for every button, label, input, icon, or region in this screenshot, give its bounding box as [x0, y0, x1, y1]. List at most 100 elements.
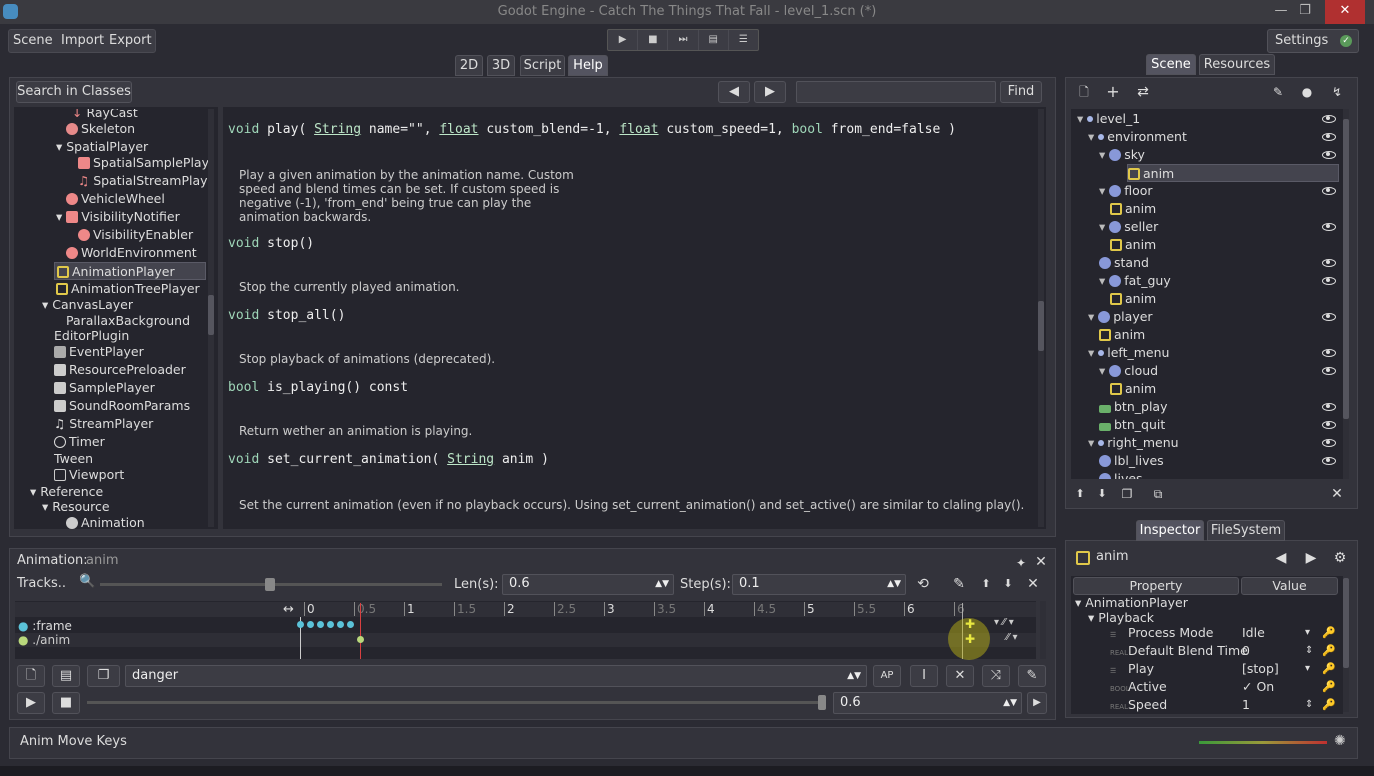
scene-node-left-menu[interactable]: ▾ left_menu — [1088, 344, 1169, 362]
step-field[interactable]: 0.1 ▲▼ — [732, 574, 906, 595]
tracks-menu[interactable]: Tracks.. — [17, 576, 66, 591]
play-scene-button[interactable]: ▶ — [608, 30, 639, 50]
scene-node-btn-quit[interactable]: btn_quit — [1099, 416, 1165, 434]
frame-keyframe[interactable] — [317, 621, 324, 628]
method-signature[interactable]: void stop() — [228, 236, 314, 251]
add-key-anim-icon[interactable]: ✚ — [965, 632, 975, 646]
property-value[interactable]: Idle — [1242, 624, 1265, 642]
remove-animation-icon[interactable]: ✕ — [946, 665, 974, 687]
collapse-arrow-icon[interactable]: ▾ — [1099, 363, 1109, 378]
class-item-streamplayer[interactable]: ♫ StreamPlayer — [54, 415, 153, 433]
visibility-eye-icon[interactable] — [1322, 277, 1336, 285]
frame-keyframe[interactable] — [347, 621, 354, 628]
keyframe-key-icon[interactable]: 🔑 — [1322, 678, 1336, 696]
stop-button[interactable]: ■ — [638, 30, 669, 50]
scene-node-anim[interactable]: anim — [1127, 164, 1339, 182]
blend-times-icon[interactable]: I — [910, 665, 938, 687]
keyframe-key-icon[interactable]: 🔑 — [1322, 642, 1336, 660]
inspector-scrollbar[interactable] — [1343, 578, 1349, 712]
menu-scene[interactable]: Scene — [9, 30, 57, 52]
timeline-width-icon[interactable]: ↔ — [283, 602, 294, 617]
visibility-eye-icon[interactable] — [1322, 223, 1336, 231]
method-signature[interactable]: bool is_playing() const — [228, 380, 408, 395]
property-value[interactable]: ✓ On — [1242, 678, 1274, 696]
anim-track-options-icon[interactable]: ⁄⁄ ▾ — [1006, 632, 1018, 643]
menu-import[interactable]: Import — [57, 30, 108, 52]
frame-keyframe[interactable] — [307, 621, 314, 628]
class-item-eventplayer[interactable]: EventPlayer — [54, 343, 144, 361]
add-key-frame-icon[interactable]: ✚ — [965, 617, 975, 631]
visibility-eye-icon[interactable] — [1322, 367, 1336, 375]
collapse-arrow-icon[interactable]: ▾ — [1099, 183, 1109, 198]
scene-node-level-1[interactable]: ▾ level_1 — [1077, 110, 1140, 128]
scene-node-cloud[interactable]: ▾ cloud — [1099, 362, 1158, 380]
collapse-arrow-icon[interactable]: ▾ — [1099, 219, 1109, 234]
new-node-icon[interactable]: 🗋 — [1074, 82, 1094, 102]
collapse-arrow-icon[interactable]: ▾ — [1077, 111, 1087, 126]
property-spin-icon[interactable]: ⇕ — [1305, 696, 1313, 714]
zoom-slider[interactable] — [100, 578, 442, 591]
tab-help[interactable]: Help — [568, 55, 608, 76]
visibility-eye-icon[interactable] — [1322, 421, 1336, 429]
autoplay-icon[interactable]: AP — [873, 665, 901, 687]
frame-keyframe[interactable] — [327, 621, 334, 628]
visibility-eye-icon[interactable] — [1322, 403, 1336, 411]
class-item-skeleton[interactable]: Skeleton — [66, 120, 135, 138]
class-item-sampleplayer[interactable]: SamplePlayer — [54, 379, 155, 397]
tab-3d[interactable]: 3D — [487, 55, 515, 76]
frame-track-options-icon[interactable]: ▾ ⁄⁄ ▾ — [994, 617, 1014, 628]
timeline-cursor[interactable] — [360, 603, 361, 659]
stop-animation-icon[interactable]: ■ — [52, 692, 80, 714]
class-item-worldenvironment[interactable]: WorldEnvironment — [66, 244, 197, 262]
next-frame-icon[interactable]: ▶ — [1027, 692, 1047, 714]
copy-animation-icon[interactable]: ❐ — [87, 665, 120, 687]
inspector-next-icon[interactable]: ▶ — [1302, 548, 1320, 568]
delete-node-icon[interactable]: ✕ — [1328, 484, 1346, 504]
move-up-icon[interactable]: ⬆ — [1072, 484, 1088, 504]
visibility-eye-icon[interactable] — [1322, 187, 1336, 195]
property-row-speed[interactable]: REALSpeed — [1110, 696, 1167, 714]
add-child-icon[interactable]: + — [1103, 82, 1123, 102]
visibility-eye-icon[interactable] — [1322, 259, 1336, 267]
replace-node-icon[interactable]: ⇄ — [1133, 82, 1153, 102]
duplicate-icon[interactable]: ❐ — [1119, 484, 1135, 504]
track-frame[interactable]: ● :frame — [18, 619, 72, 633]
tab-filesystem[interactable]: FileSystem — [1207, 520, 1285, 541]
property-row-process-mode[interactable]: ☰ Process Mode — [1110, 624, 1213, 642]
inspector-settings-icon[interactable]: ⚙ — [1331, 548, 1349, 568]
blend-icon[interactable]: ⤨ — [982, 665, 1010, 687]
collapse-arrow-icon[interactable]: ▾ — [1088, 435, 1098, 450]
scene-node-lives[interactable]: lives — [1099, 470, 1143, 479]
property-value[interactable]: 0 — [1242, 642, 1250, 660]
menu-export[interactable]: Export — [105, 30, 156, 52]
scene-node-environment[interactable]: ▾ environment — [1088, 128, 1187, 146]
remove-track-icon[interactable]: ✕ — [1024, 574, 1042, 594]
tab-script[interactable]: Script — [520, 55, 565, 76]
scene-node-stand[interactable]: stand — [1099, 254, 1149, 272]
reparent-icon[interactable]: ⧉ — [1149, 484, 1167, 504]
visibility-eye-icon[interactable] — [1322, 115, 1336, 123]
tab-2d[interactable]: 2D — [455, 55, 483, 76]
keyframe-key-icon[interactable]: 🔑 — [1322, 624, 1336, 642]
edit-key-icon[interactable]: ✎ — [950, 574, 968, 594]
play-custom-button[interactable]: ⏭ — [668, 30, 699, 50]
visibility-eye-icon[interactable] — [1322, 439, 1336, 447]
zoom-slider-handle[interactable] — [265, 578, 275, 591]
signals-icon[interactable]: ↯ — [1327, 82, 1347, 102]
loop-icon[interactable]: ⟲ — [914, 574, 932, 594]
frame-keyframe[interactable] — [337, 621, 344, 628]
method-signature[interactable]: void stop_all() — [228, 308, 345, 323]
history-back-button[interactable]: ◀ — [718, 81, 750, 103]
debug-options-button[interactable]: ☰ — [729, 30, 758, 50]
visibility-eye-icon[interactable] — [1322, 457, 1336, 465]
class-item-animation[interactable]: Animation — [66, 514, 145, 529]
history-forward-button[interactable]: ▶ — [754, 81, 786, 103]
scene-node-anim[interactable]: anim — [1110, 290, 1156, 308]
close-panel-icon[interactable]: ✕ — [1033, 552, 1049, 572]
method-signature[interactable]: void set_current_animation( String anim … — [228, 452, 549, 467]
scene-node-player[interactable]: ▾ player — [1088, 308, 1153, 326]
edit-script-icon[interactable]: ✎ — [1268, 82, 1288, 102]
class-item-viewport[interactable]: Viewport — [54, 466, 124, 484]
visibility-eye-icon[interactable] — [1322, 349, 1336, 357]
maximize-button[interactable]: ❐ — [1290, 0, 1320, 24]
